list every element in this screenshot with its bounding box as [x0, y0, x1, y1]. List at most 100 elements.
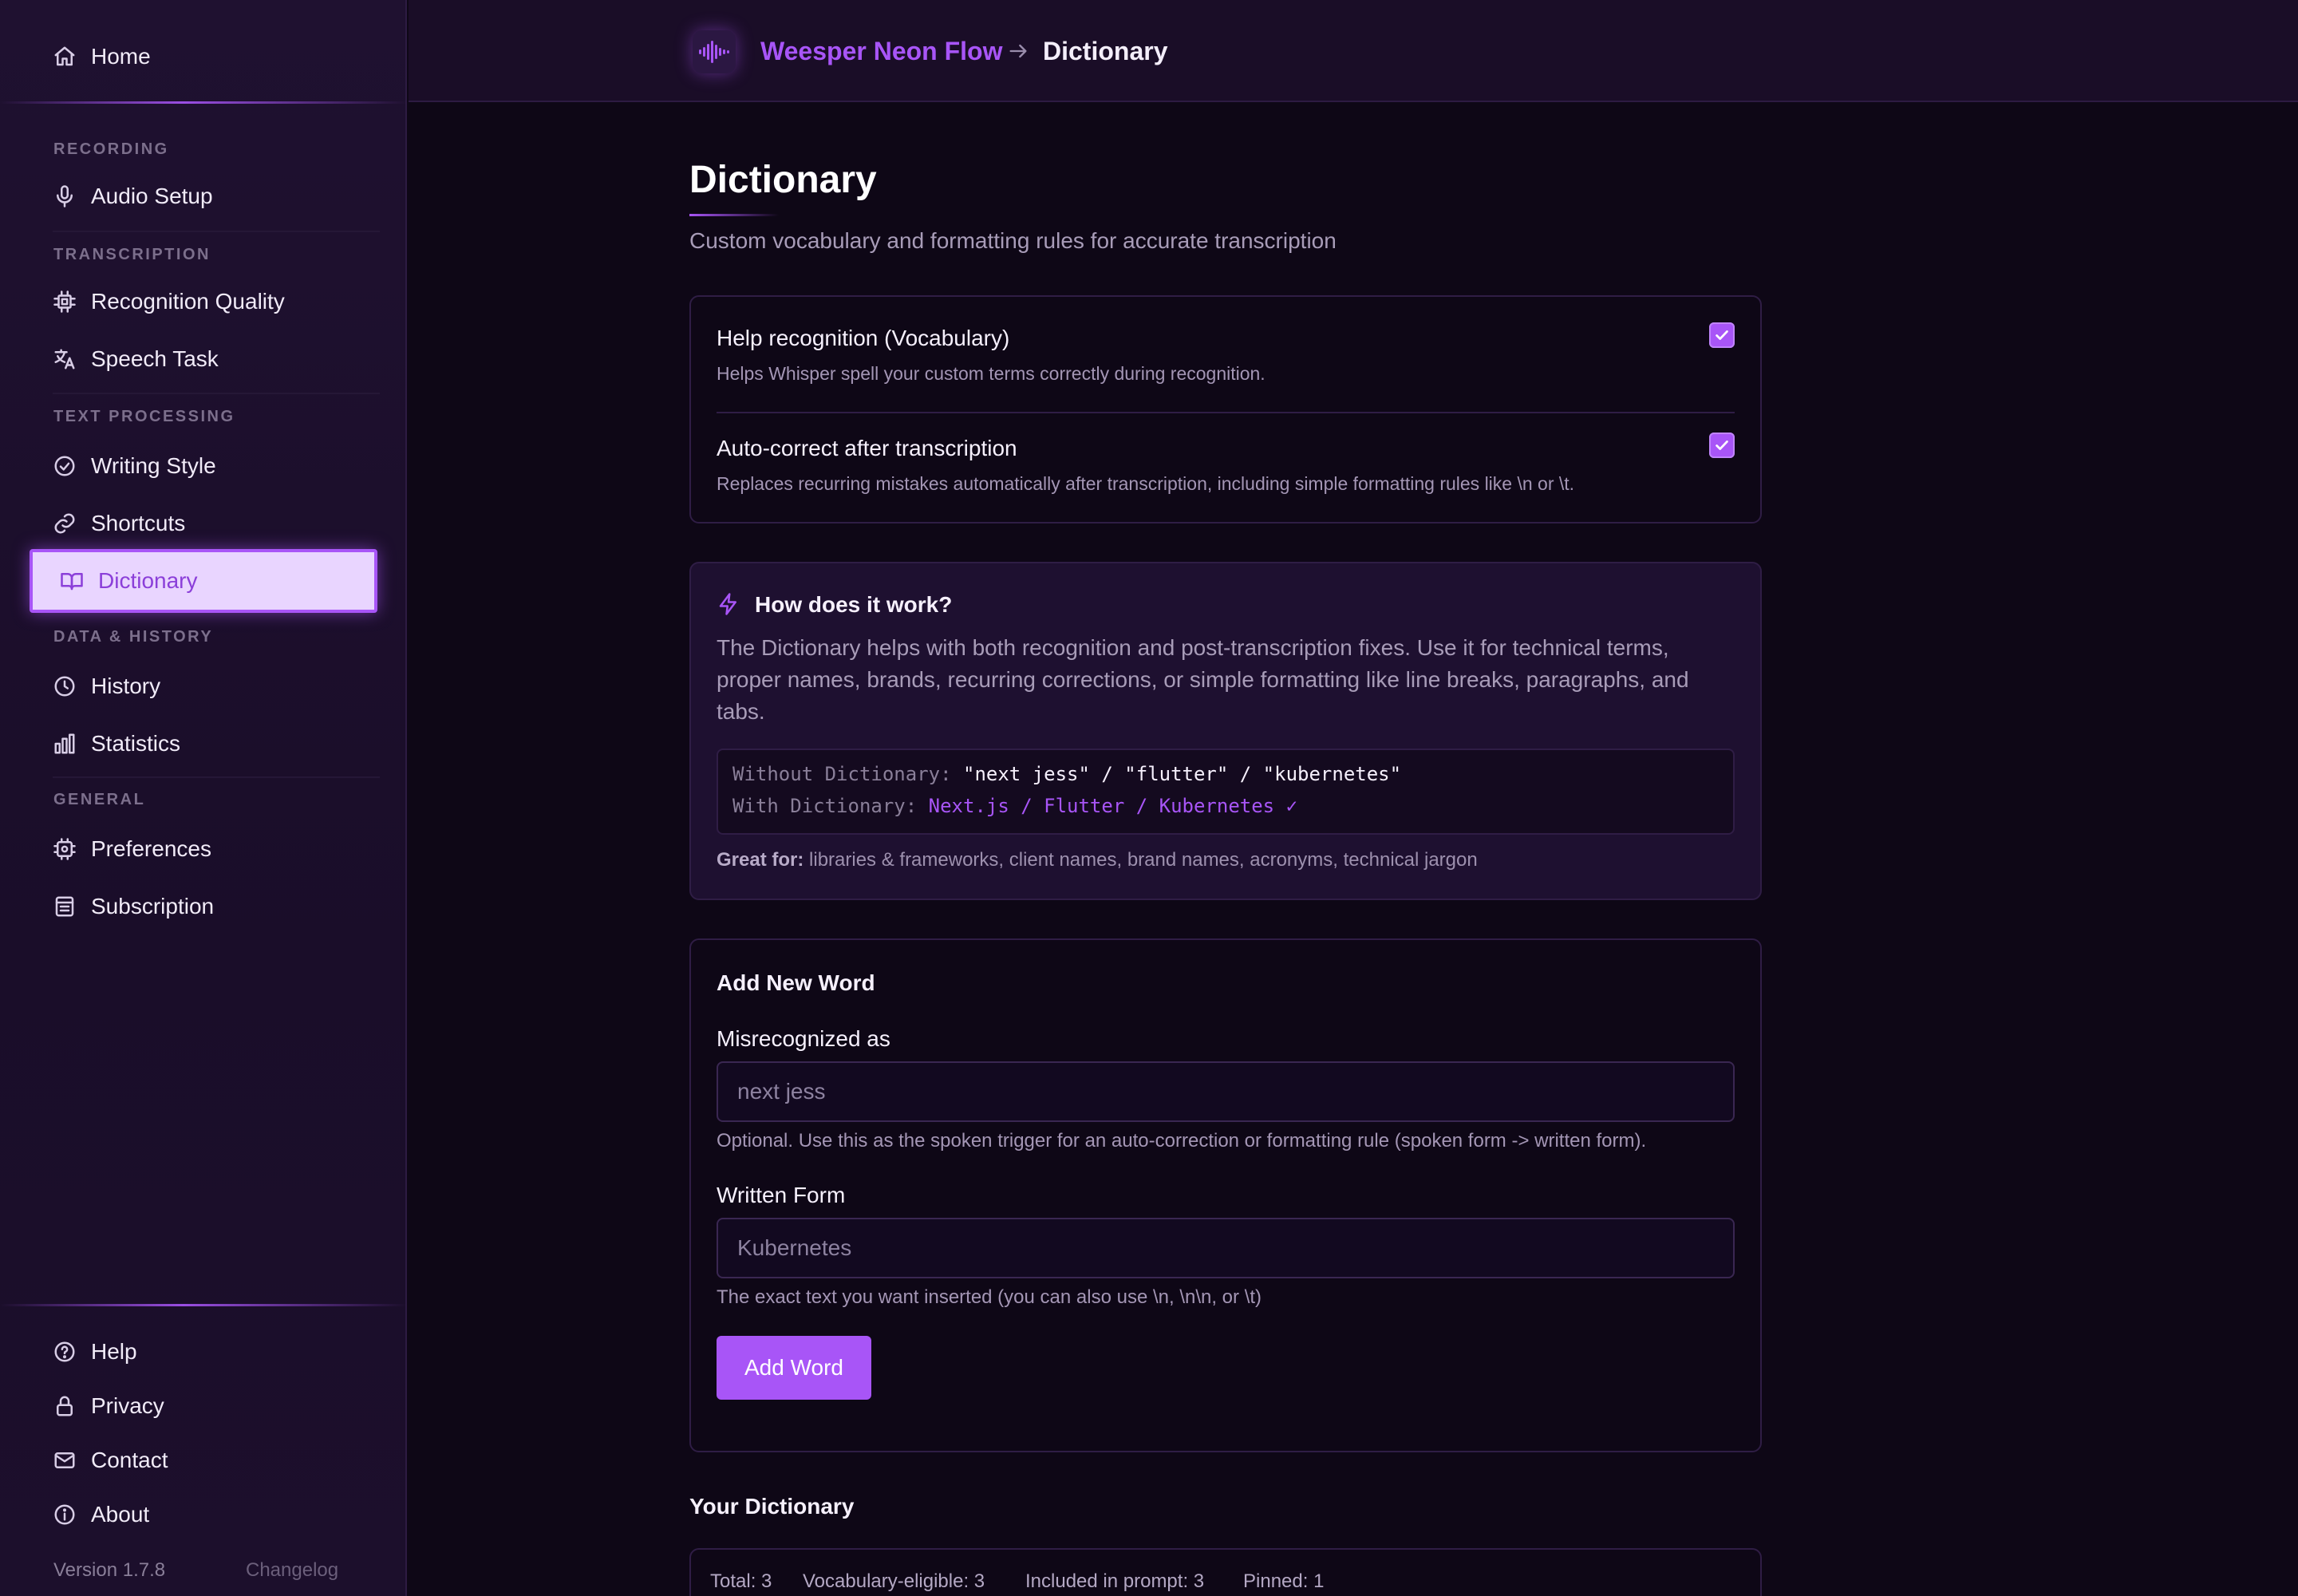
sidebar-item-label: Speech Task	[91, 346, 219, 371]
sidebar-item-label: Help	[91, 1339, 137, 1364]
translate-icon	[53, 347, 77, 371]
arrow-right-icon	[1007, 40, 1029, 62]
great-for-text: Great for: libraries & frameworks, clien…	[717, 849, 1478, 871]
add-word-title: Add New Word	[717, 970, 875, 995]
sidebar-item-label: Privacy	[91, 1393, 164, 1418]
how-it-works-body: The Dictionary helps with both recogniti…	[717, 635, 1689, 724]
autocorrect-toggle-description: Replaces recurring mistakes automaticall…	[717, 473, 1575, 494]
with-value: Next.js / Flutter / Kubernetes ✓	[928, 795, 1298, 817]
sidebar-item-about[interactable]: About	[53, 1495, 149, 1534]
sidebar-item-label: Subscription	[91, 894, 215, 918]
section-label-recording: RECORDING	[53, 140, 169, 158]
section-divider	[53, 776, 380, 778]
check-icon	[1716, 440, 1728, 450]
stat-included-in-prompt: Included in prompt: 3	[1025, 1570, 1205, 1592]
great-for-value: libraries & frameworks, client names, br…	[809, 849, 1478, 871]
example-code-box: Without Dictionary: "next jess" / "flutt…	[717, 749, 1735, 835]
mail-icon	[53, 1448, 77, 1472]
cpu-settings-icon	[53, 837, 77, 861]
link-icon	[53, 512, 77, 535]
example-without-line: Without Dictionary: "next jess" / "flutt…	[732, 763, 1401, 785]
sidebar-item-recognition-quality[interactable]: Recognition Quality	[53, 282, 285, 321]
autocorrect-checkbox[interactable]	[1709, 433, 1735, 458]
sidebar-item-dictionary[interactable]: Dictionary	[30, 549, 377, 613]
toggle-divider	[717, 412, 1735, 413]
sidebar-item-label: Recognition Quality	[91, 289, 285, 314]
how-it-works-heading: How does it work?	[755, 592, 953, 617]
chip-icon	[53, 290, 77, 314]
sidebar-item-label: Writing Style	[91, 453, 216, 478]
section-label-text-processing: TEXT PROCESSING	[53, 408, 235, 425]
sidebar-item-label: Preferences	[91, 836, 211, 861]
version-label: Version 1.7.8	[53, 1559, 166, 1581]
example-with-line: With Dictionary: Next.js / Flutter / Kub…	[732, 795, 1297, 817]
misrecognized-input[interactable]	[717, 1061, 1735, 1122]
sidebar-item-audio-setup[interactable]: Audio Setup	[53, 177, 213, 215]
sidebar-item-statistics[interactable]: Statistics	[53, 725, 180, 763]
written-form-input[interactable]	[717, 1218, 1735, 1278]
sidebar-item-help[interactable]: Help	[53, 1333, 137, 1371]
breadcrumb-current: Dictionary	[1043, 37, 1168, 65]
sidebar-item-shortcuts[interactable]: Shortcuts	[53, 504, 185, 543]
sidebar-footer-divider	[0, 1304, 407, 1306]
section-label-transcription: TRANSCRIPTION	[53, 246, 211, 263]
misrecognized-hint: Optional. Use this as the spoken trigger…	[717, 1130, 1647, 1152]
stat-vocabulary-eligible: Vocabulary-eligible: 3	[803, 1570, 985, 1592]
section-divider	[53, 231, 380, 232]
breadcrumb-app-name[interactable]: Weesper Neon Flow	[760, 37, 1002, 66]
stat-pinned: Pinned: 1	[1243, 1570, 1325, 1592]
sidebar-item-label: History	[91, 674, 161, 698]
title-underline	[689, 214, 779, 216]
without-value: "next jess" / "flutter" / "kubernetes"	[963, 763, 1402, 785]
add-word-button[interactable]: Add Word	[717, 1336, 871, 1400]
sidebar-item-label: Contact	[91, 1448, 168, 1472]
sidebar-item-label: Shortcuts	[91, 511, 186, 535]
microphone-icon	[53, 184, 77, 208]
sidebar-item-speech-task[interactable]: Speech Task	[53, 340, 219, 378]
lightning-icon	[717, 592, 740, 616]
written-form-label: Written Form	[717, 1183, 846, 1207]
home-icon	[53, 45, 77, 69]
sidebar-item-label: Dictionary	[98, 568, 198, 593]
sidebar-item-preferences[interactable]: Preferences	[53, 830, 211, 868]
stat-total: Total: 3	[710, 1570, 772, 1592]
your-dictionary-title: Your Dictionary	[689, 1494, 855, 1519]
vocabulary-checkbox[interactable]	[1709, 322, 1735, 348]
written-form-hint: The exact text you want inserted (you ca…	[717, 1286, 1262, 1308]
sidebar-item-contact[interactable]: Contact	[53, 1441, 168, 1479]
sidebar: Home RECORDING Audio Setup TRANSCRIPTION…	[0, 0, 407, 1596]
sidebar-item-writing-style[interactable]: Writing Style	[53, 447, 216, 485]
sidebar-item-history[interactable]: History	[53, 667, 160, 705]
great-for-label: Great for:	[717, 849, 804, 871]
clock-icon	[53, 674, 77, 698]
misrecognized-label: Misrecognized as	[717, 1026, 890, 1051]
lock-icon	[53, 1394, 77, 1418]
receipt-icon	[53, 895, 77, 918]
sidebar-divider	[0, 101, 407, 104]
page-title: Dictionary	[689, 159, 877, 201]
bar-chart-icon	[53, 732, 77, 756]
vocabulary-toggle-description: Helps Whisper spell your custom terms co…	[717, 363, 1265, 384]
with-label: With Dictionary:	[732, 795, 918, 817]
check-icon	[1716, 330, 1728, 340]
sidebar-item-home[interactable]: Home	[53, 38, 151, 76]
vocabulary-toggle-title: Help recognition (Vocabulary)	[717, 326, 1010, 350]
section-label-general: GENERAL	[53, 791, 146, 808]
page-subtitle: Custom vocabulary and formatting rules f…	[689, 228, 1337, 253]
changelog-link[interactable]: Changelog	[246, 1559, 338, 1582]
sidebar-item-label: Home	[91, 44, 151, 69]
check-circle-icon	[53, 454, 77, 478]
sidebar-item-subscription[interactable]: Subscription	[53, 887, 214, 926]
info-icon	[53, 1503, 77, 1527]
sidebar-item-privacy[interactable]: Privacy	[53, 1387, 164, 1425]
help-circle-icon	[53, 1340, 77, 1364]
section-label-data-history: DATA & HISTORY	[53, 628, 214, 646]
sidebar-item-label: Statistics	[91, 731, 181, 756]
section-divider	[53, 393, 380, 394]
autocorrect-toggle-title: Auto-correct after transcription	[717, 436, 1017, 460]
sidebar-item-label: About	[91, 1502, 150, 1527]
sidebar-item-label: Audio Setup	[91, 184, 213, 208]
waveform-icon	[693, 30, 736, 73]
without-label: Without Dictionary:	[732, 763, 952, 785]
book-open-icon	[60, 569, 84, 593]
